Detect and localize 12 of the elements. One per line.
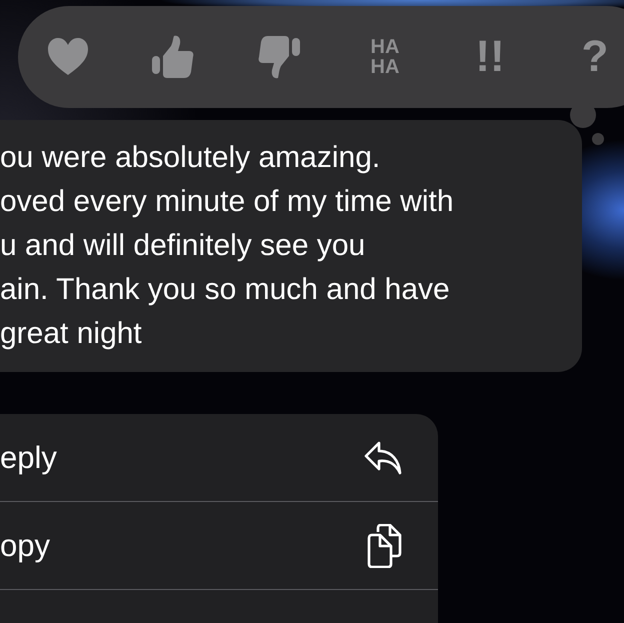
- message-text: ou were absolutely amazing. oved every minute of my time with u and will definitely see you ain. Thank you so much and have great night: [0, 140, 455, 352]
- bubble-tail-dot: [592, 133, 604, 145]
- haha-icon[interactable]: HA HA: [363, 37, 407, 77]
- heart-icon[interactable]: [46, 37, 90, 77]
- reply-icon: [364, 440, 402, 474]
- question-icon[interactable]: ?: [573, 32, 617, 82]
- menu-item[interactable]: opy: [0, 502, 438, 590]
- exclamation-icon[interactable]: !!: [468, 32, 512, 82]
- menu-item[interactable]: eply: [0, 414, 438, 502]
- copy-icon: [366, 524, 402, 568]
- thumbs-up-icon[interactable]: [151, 34, 195, 80]
- thumbs-down-icon[interactable]: [256, 34, 302, 80]
